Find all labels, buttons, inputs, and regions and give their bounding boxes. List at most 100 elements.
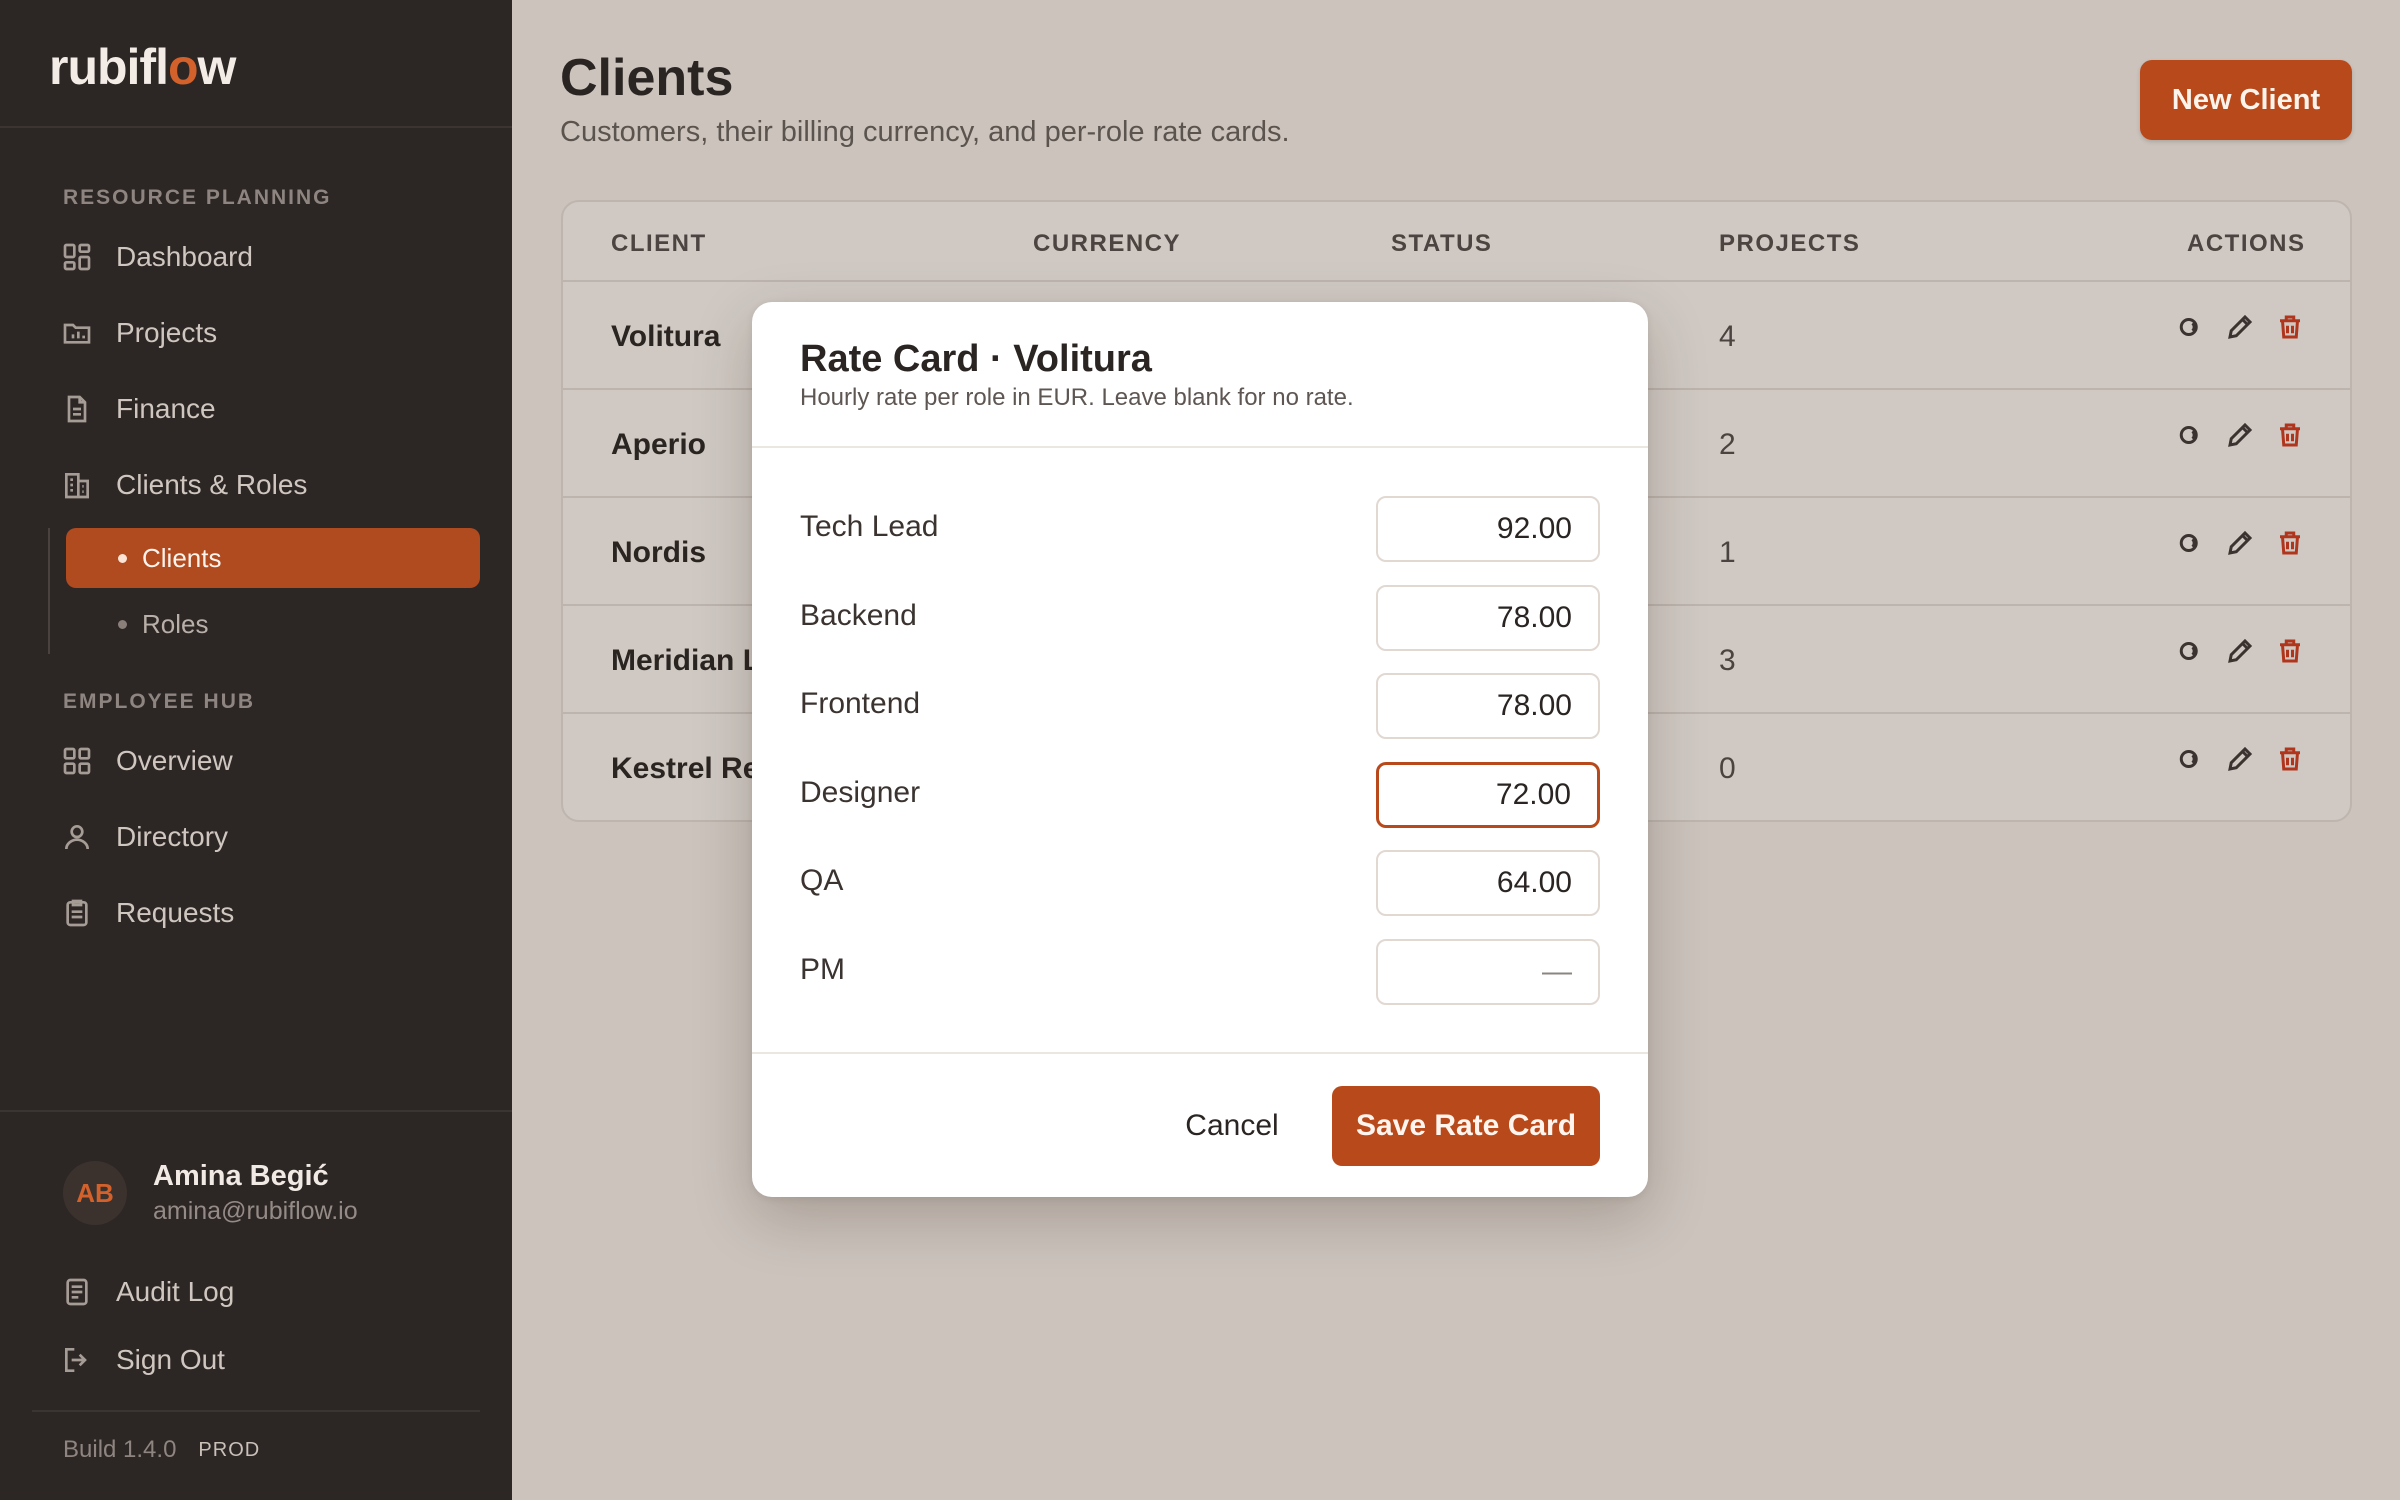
- rate-row-frontend: Frontend: [800, 673, 1600, 739]
- user-icon: [60, 820, 94, 854]
- log-icon: [60, 1275, 94, 1309]
- client-name: Volitura: [611, 320, 721, 353]
- user-card[interactable]: AB Amina Begić amina@rubiflow.io: [63, 1160, 358, 1226]
- bullet-dot: [118, 554, 127, 563]
- edit-icon[interactable]: [2225, 636, 2255, 666]
- rate-row-pm: PM: [800, 939, 1600, 1005]
- cancel-button[interactable]: Cancel: [1152, 1086, 1312, 1166]
- sidebar-item-finance[interactable]: Finance: [60, 384, 216, 434]
- rate-input[interactable]: [1376, 673, 1600, 739]
- page-subtitle: Customers, their billing currency, and p…: [560, 116, 1290, 148]
- clipboard-icon: [60, 896, 94, 930]
- grid-icon: [60, 240, 94, 274]
- sidebar-item-label: Finance: [116, 393, 216, 424]
- delete-icon[interactable]: [2275, 312, 2305, 342]
- project-count: 0: [1719, 752, 1736, 785]
- rate-role-label: Frontend: [800, 687, 921, 720]
- project-count: 4: [1719, 320, 1736, 353]
- modal-description: Hourly rate per role in EUR. Leave blank…: [800, 384, 1354, 411]
- document-icon: [60, 392, 94, 426]
- delete-icon[interactable]: [2275, 636, 2305, 666]
- grid-icon: [60, 744, 94, 778]
- rate-input[interactable]: [1376, 496, 1600, 562]
- sidebar-item-label: Overview: [116, 745, 233, 776]
- sidebar-item-requests[interactable]: Requests: [60, 888, 234, 938]
- edit-icon[interactable]: [2225, 744, 2255, 774]
- rate-input[interactable]: [1376, 850, 1600, 916]
- sidebar-item-label: Directory: [116, 821, 229, 852]
- view-rates-icon[interactable]: [2175, 636, 2205, 666]
- column-header-projects[interactable]: PROJECTS: [1719, 230, 1860, 258]
- sidebar-subitem-roles[interactable]: Roles: [66, 594, 480, 654]
- view-rates-icon[interactable]: [2175, 528, 2205, 558]
- rate-input[interactable]: [1376, 939, 1600, 1005]
- row-actions: [2175, 744, 2305, 774]
- delete-icon[interactable]: [2275, 420, 2305, 450]
- rate-role-label: Designer: [800, 776, 921, 809]
- sidebar-item-label: Sign Out: [116, 1344, 225, 1375]
- view-rates-icon[interactable]: [2175, 420, 2205, 450]
- delete-icon[interactable]: [2275, 744, 2305, 774]
- rate-input[interactable]: [1376, 585, 1600, 651]
- rate-role-label: Backend: [800, 599, 917, 632]
- section-label-resource-planning: RESOURCE PLANNING: [63, 186, 332, 209]
- modal-footer-divider: [752, 1052, 1648, 1054]
- user-name: Amina Begić: [153, 1160, 329, 1192]
- rate-row-designer: Designer: [800, 762, 1600, 828]
- modal-header-divider: [752, 446, 1648, 448]
- rate-input[interactable]: [1376, 762, 1600, 828]
- avatar: AB: [63, 1161, 127, 1225]
- client-name: Aperio: [611, 428, 707, 461]
- submenu-rail: [48, 528, 50, 654]
- sidebar-item-directory[interactable]: Directory: [60, 812, 228, 862]
- row-actions: [2175, 528, 2305, 558]
- rubiflow-logo[interactable]: rubiflow: [49, 38, 236, 96]
- sidebar-item-label: Projects: [116, 317, 218, 348]
- project-count: 3: [1719, 644, 1736, 677]
- view-rates-icon[interactable]: [2175, 744, 2205, 774]
- client-name: Kestrel Ret: [611, 752, 770, 785]
- sidebar-subitem-clients[interactable]: Clients: [66, 528, 480, 588]
- delete-icon[interactable]: [2275, 528, 2305, 558]
- row-actions: [2175, 312, 2305, 342]
- sidebar-divider: [32, 1410, 480, 1412]
- sidebar-item-label: Dashboard: [116, 241, 253, 272]
- save-rate-card-button[interactable]: Save Rate Card: [1332, 1086, 1600, 1166]
- rate-row-qa: QA: [800, 850, 1600, 916]
- project-count: 1: [1719, 536, 1736, 569]
- sidebar-item-clients-roles[interactable]: Clients & Roles: [60, 460, 307, 510]
- new-client-button[interactable]: New Client: [2140, 60, 2352, 140]
- client-name: Nordis: [611, 536, 707, 569]
- building-icon: [60, 468, 94, 502]
- sidebar-item-projects[interactable]: Projects: [60, 308, 217, 358]
- column-header-actions: ACTIONS: [2187, 230, 2306, 257]
- sidebar-item-dashboard[interactable]: Dashboard: [60, 232, 253, 282]
- rate-row-tech-lead: Tech Lead: [800, 496, 1600, 562]
- sidebar-item-overview[interactable]: Overview: [60, 736, 233, 786]
- rate-role-label: QA: [800, 864, 844, 897]
- rate-role-label: Tech Lead: [800, 510, 939, 543]
- sidebar-item-label: Requests: [116, 897, 235, 928]
- page-title: Clients: [560, 49, 734, 107]
- sidebar-divider: [0, 1110, 512, 1112]
- edit-icon[interactable]: [2225, 528, 2255, 558]
- modal-title: Rate Card · Volitura: [800, 338, 1152, 380]
- sidebar-item-audit-log[interactable]: Audit Log: [60, 1267, 234, 1317]
- view-rates-icon[interactable]: [2175, 312, 2205, 342]
- section-label-employee-hub: EMPLOYEE HUB: [63, 690, 256, 713]
- sidebar-item-label: Audit Log: [116, 1276, 235, 1307]
- row-actions: [2175, 420, 2305, 450]
- sidebar-divider: [0, 126, 512, 128]
- sign-out-icon: [60, 1343, 94, 1377]
- column-header-client[interactable]: CLIENT: [611, 230, 707, 258]
- column-header-currency[interactable]: CURRENCY: [1033, 230, 1181, 258]
- bullet-dot: [118, 620, 127, 629]
- rate-card-modal: Rate Card · Volitura Hourly rate per rol…: [752, 302, 1648, 1197]
- rate-role-label: PM: [800, 953, 845, 986]
- edit-icon[interactable]: [2225, 420, 2255, 450]
- sidebar-item-sign-out[interactable]: Sign Out: [60, 1335, 225, 1385]
- folder-chart-icon: [60, 316, 94, 350]
- edit-icon[interactable]: [2225, 312, 2255, 342]
- column-header-status[interactable]: STATUS: [1391, 230, 1492, 258]
- build-info: Build 1.4.0 PROD: [63, 1436, 260, 1464]
